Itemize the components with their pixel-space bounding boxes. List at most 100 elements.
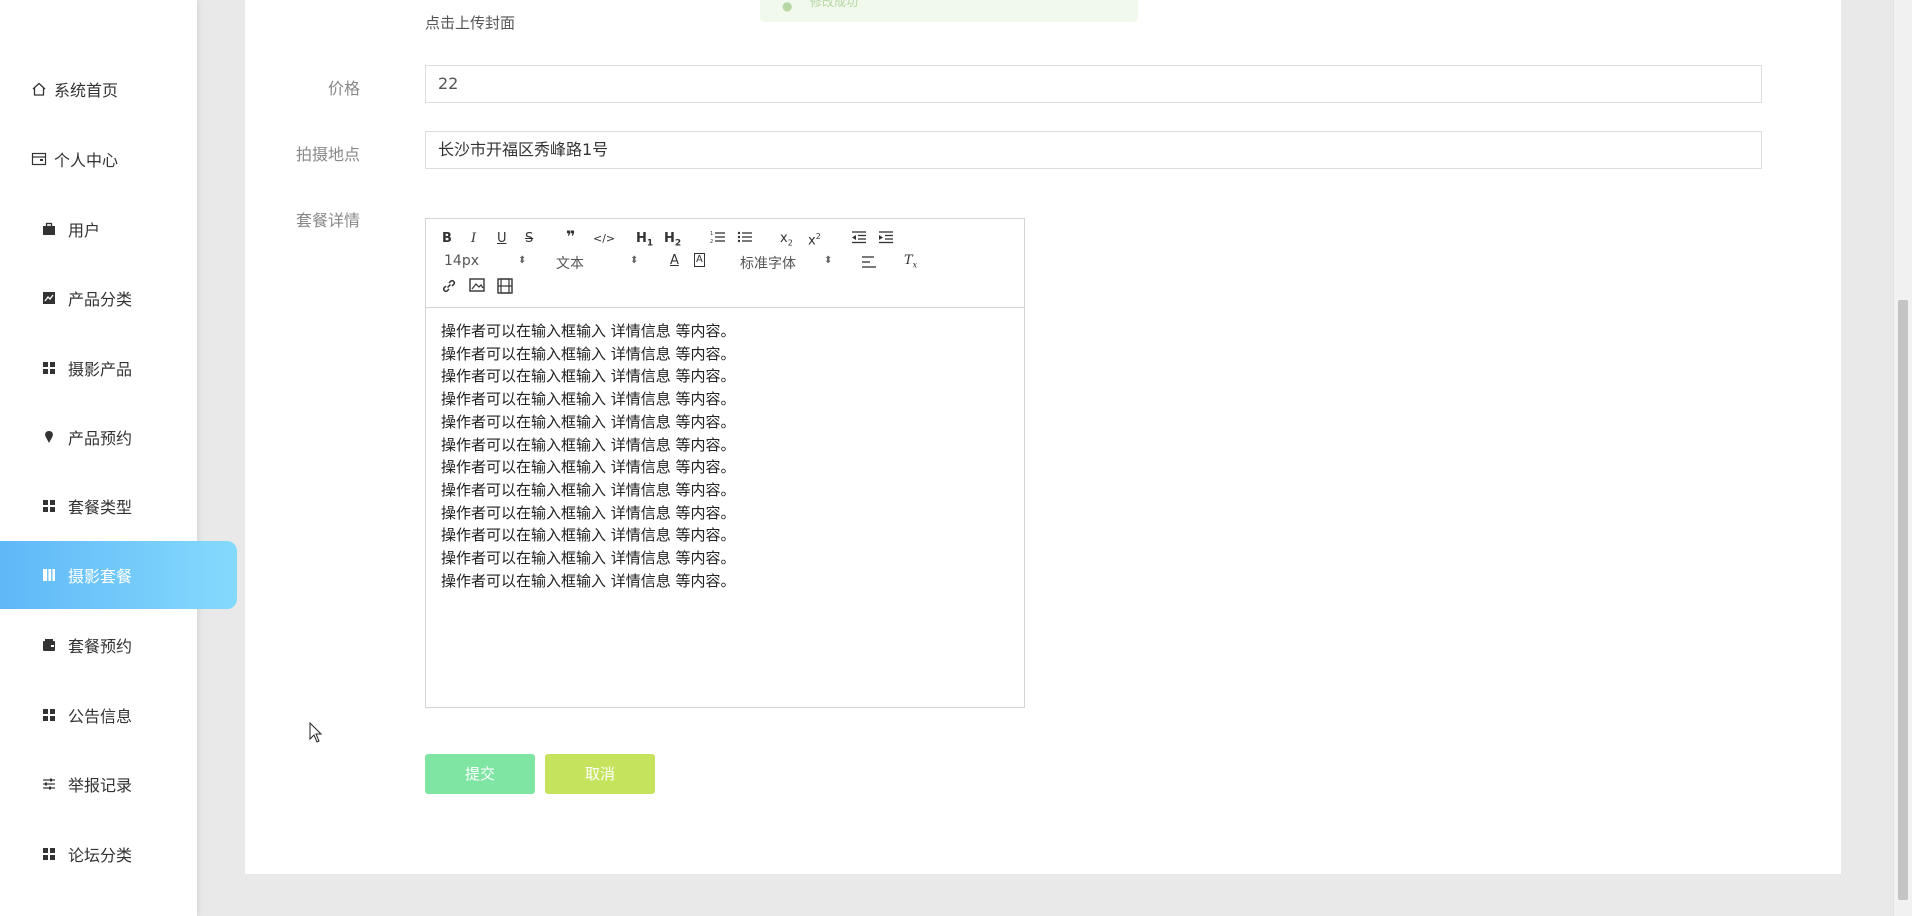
sidebar-item-label: 用户 [68, 221, 101, 240]
header-select[interactable]: 文本 ⬍ [556, 253, 646, 273]
editor-line: 操作者可以在输入框输入 详情信息 等内容。 [441, 390, 736, 409]
sidebar-item-reports[interactable]: 举报记录 [0, 750, 237, 818]
blockquote-icon[interactable]: ❞ [566, 229, 575, 245]
link-icon[interactable] [441, 278, 457, 299]
code-icon[interactable]: </> [593, 231, 615, 247]
header-select-value: 文本 [556, 256, 584, 272]
success-toast: ● 修改成功 [760, 0, 1138, 22]
editor-line: 操作者可以在输入框输入 详情信息 等内容。 [441, 526, 736, 545]
font-family-value: 标准字体 [740, 256, 796, 272]
wallet-icon [30, 150, 48, 168]
submit-button-label: 提交 [464, 765, 495, 783]
font-size-value: 14px [444, 253, 479, 269]
sidebar-item-label: 摄影产品 [68, 360, 133, 379]
sidebar-item-label: 套餐预约 [68, 637, 133, 656]
location-label: 拍摄地点 [295, 145, 360, 164]
details-label: 套餐详情 [295, 211, 360, 230]
briefcase-icon [40, 220, 58, 238]
align-icon[interactable] [861, 255, 877, 274]
cancel-button[interactable]: 取消 [545, 754, 655, 794]
wallet-icon [40, 636, 58, 654]
editor-line: 操作者可以在输入框输入 详情信息 等内容。 [441, 549, 736, 568]
svg-text:1: 1 [710, 231, 713, 237]
sidebar-item-label: 举报记录 [68, 776, 133, 795]
select-arrows-icon: ⬍ [630, 255, 639, 266]
location-input[interactable]: 长沙市开福区秀峰路1号 [425, 131, 1762, 169]
editor-line: 操作者可以在输入框输入 详情信息 等内容。 [441, 503, 736, 522]
text-color-icon[interactable]: A [670, 253, 679, 269]
sidebar-item-forum-category[interactable]: 论坛分类 [0, 820, 237, 888]
sidebar-item-label: 套餐类型 [68, 498, 133, 517]
font-size-select[interactable]: 14px ⬍ [444, 253, 534, 269]
grid-icon [40, 497, 58, 515]
sliders-icon [40, 775, 58, 793]
grid-icon [40, 706, 58, 724]
toast-message: 修改成功 [810, 0, 859, 9]
editor-toolbar: B I U S ❞ </> H1 H2 12 x2 x2 14px ⬍ 文本 ⬍… [426, 219, 1024, 308]
sidebar-item-home[interactable]: 系统首页 [0, 55, 227, 123]
sidebar-item-label: 产品分类 [68, 290, 133, 309]
strike-icon[interactable]: S [525, 231, 533, 247]
indent-icon[interactable] [878, 230, 894, 249]
sidebar: 系统首页 个人中心 用户 产品分类 摄影产品 产品预约 套餐类型 摄影套餐 套餐… [0, 0, 237, 916]
editor-line: 操作者可以在输入框输入 详情信息 等内容。 [441, 367, 736, 386]
editor-line: 操作者可以在输入框输入 详情信息 等内容。 [441, 458, 736, 477]
background-color-icon[interactable]: A [694, 253, 705, 267]
bullet-list-icon[interactable] [737, 230, 753, 249]
sidebar-item-package-booking[interactable]: 套餐预约 [0, 611, 237, 679]
sidebar-item-users[interactable]: 用户 [0, 195, 237, 263]
book-icon [40, 566, 58, 584]
location-icon [40, 428, 58, 446]
sidebar-item-label: 摄影套餐 [68, 567, 133, 586]
scrollbar-thumb[interactable] [1898, 300, 1908, 900]
editor-line: 操作者可以在输入框输入 详情信息 等内容。 [441, 412, 736, 431]
outdent-icon[interactable] [851, 230, 867, 249]
mouse-cursor-icon [309, 721, 323, 748]
editor-line: 操作者可以在输入框输入 详情信息 等内容。 [441, 322, 736, 340]
sidebar-item-photo-products[interactable]: 摄影产品 [0, 334, 237, 402]
sidebar-item-product-booking[interactable]: 产品预约 [0, 403, 237, 471]
grid-icon [40, 359, 58, 377]
sidebar-item-photo-packages[interactable]: 摄影套餐 [0, 541, 237, 609]
page-scrollbar[interactable] [1893, 0, 1912, 916]
video-icon[interactable] [497, 278, 513, 299]
sidebar-item-announcements[interactable]: 公告信息 [0, 681, 237, 749]
cancel-button-label: 取消 [584, 765, 615, 783]
sidebar-item-label: 系统首页 [54, 81, 119, 100]
image-icon[interactable] [469, 278, 485, 297]
subscript-icon[interactable]: x2 [780, 231, 793, 252]
superscript-icon[interactable]: x2 [808, 229, 821, 249]
home-icon [30, 80, 48, 98]
editor-line: 操作者可以在输入框输入 详情信息 等内容。 [441, 571, 736, 590]
sidebar-item-label: 个人中心 [54, 151, 119, 170]
sidebar-item-profile[interactable]: 个人中心 [0, 125, 227, 193]
underline-icon[interactable]: U [497, 231, 507, 247]
h2-icon[interactable]: H2 [664, 231, 681, 252]
sidebar-item-label: 产品预约 [68, 429, 133, 448]
svg-text:2: 2 [710, 239, 713, 244]
bold-icon[interactable]: B [442, 231, 452, 247]
sidebar-item-label: 论坛分类 [68, 846, 133, 865]
grid-icon [40, 845, 58, 863]
check-icon: ● [782, 0, 793, 13]
sidebar-item-product-category[interactable]: 产品分类 [0, 264, 237, 332]
select-arrows-icon: ⬍ [518, 255, 527, 266]
cover-upload-hint[interactable]: 点击上传封面 [425, 12, 515, 33]
submit-button[interactable]: 提交 [425, 754, 535, 794]
editor-line: 操作者可以在输入框输入 详情信息 等内容。 [441, 344, 736, 363]
price-input[interactable]: 22 [425, 65, 1762, 103]
editor-line: 操作者可以在输入框输入 详情信息 等内容。 [441, 480, 736, 499]
editor-line: 操作者可以在输入框输入 详情信息 等内容。 [441, 435, 736, 454]
clear-format-icon[interactable]: Tx [904, 253, 917, 274]
font-family-select[interactable]: 标准字体 ⬍ [740, 253, 840, 273]
sidebar-item-label: 公告信息 [68, 707, 133, 726]
italic-icon[interactable]: I [471, 231, 476, 247]
rich-text-editor: B I U S ❞ </> H1 H2 12 x2 x2 14px ⬍ 文本 ⬍… [425, 218, 1025, 708]
sidebar-item-package-types[interactable]: 套餐类型 [0, 472, 237, 540]
price-label: 价格 [327, 79, 360, 98]
h1-icon[interactable]: H1 [636, 231, 653, 252]
select-arrows-icon: ⬍ [824, 255, 833, 266]
editor-content[interactable]: 操作者可以在输入框输入 详情信息 等内容。 操作者可以在输入框输入 详情信息 等内… [426, 308, 1024, 604]
ordered-list-icon[interactable]: 12 [710, 230, 726, 249]
chart-icon [40, 289, 58, 307]
